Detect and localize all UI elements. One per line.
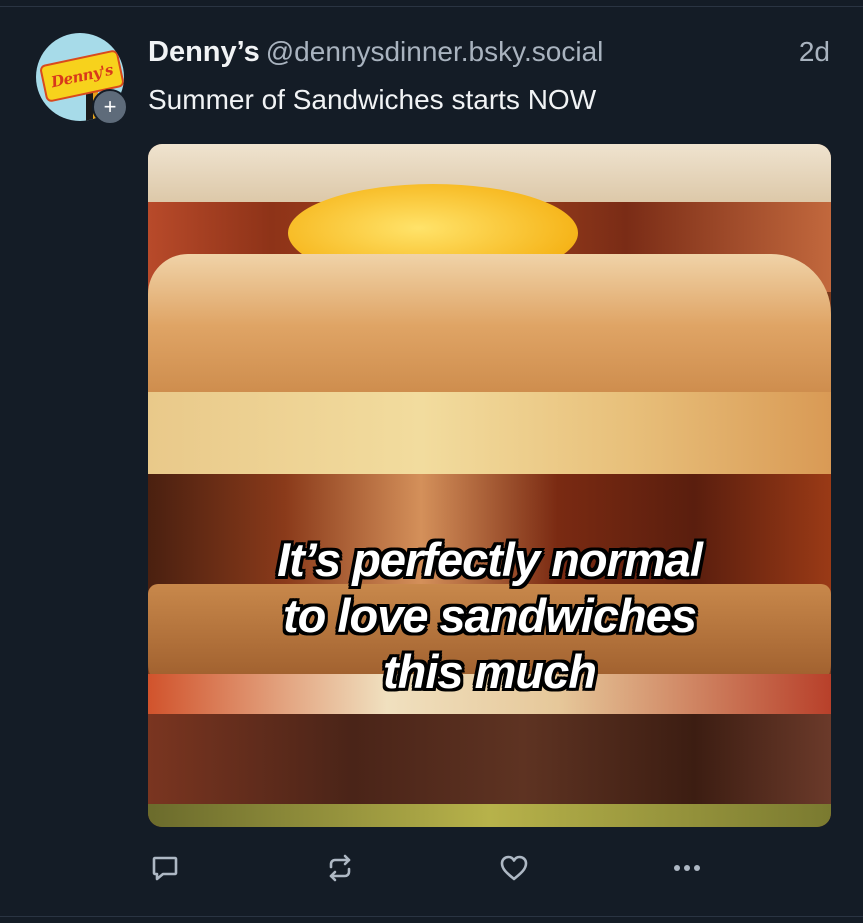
overlay-line-2: to love sandwiches — [283, 589, 697, 642]
follow-plus-button[interactable]: + — [92, 89, 128, 125]
display-name[interactable]: Denny’s — [148, 36, 260, 68]
like-button[interactable] — [497, 848, 531, 888]
bottom-divider — [0, 916, 863, 917]
repost-icon — [329, 854, 351, 882]
post-actions — [148, 848, 831, 888]
post-image[interactable]: It’s perfectly normal to love sandwiches… — [148, 144, 831, 827]
reply-icon — [152, 856, 178, 881]
heart-icon — [500, 855, 528, 881]
repost-button[interactable] — [323, 848, 357, 888]
overlay-line-1: It’s perfectly normal — [277, 533, 703, 586]
overlay-line-3: this much — [383, 645, 597, 698]
image-pickle — [148, 804, 831, 827]
image-overlay-caption: It’s perfectly normal to love sandwiches… — [148, 532, 831, 700]
post-header: Denny’s @dennysdinner.bsky.social 2d — [148, 36, 838, 72]
logo-text: Denny's — [49, 60, 115, 92]
more-options-button[interactable] — [670, 848, 704, 888]
more-icon — [674, 865, 700, 871]
reply-button[interactable] — [148, 848, 182, 888]
plus-icon: + — [103, 94, 117, 119]
post-text: Summer of Sandwiches starts NOW — [148, 84, 597, 115]
user-handle[interactable]: @dennysdinner.bsky.social — [266, 36, 604, 67]
image-bread-slice-1 — [148, 254, 831, 414]
post-timestamp[interactable]: 2d — [799, 36, 830, 68]
avatar-container[interactable]: Denny's + — [36, 33, 128, 125]
top-divider — [0, 6, 863, 7]
